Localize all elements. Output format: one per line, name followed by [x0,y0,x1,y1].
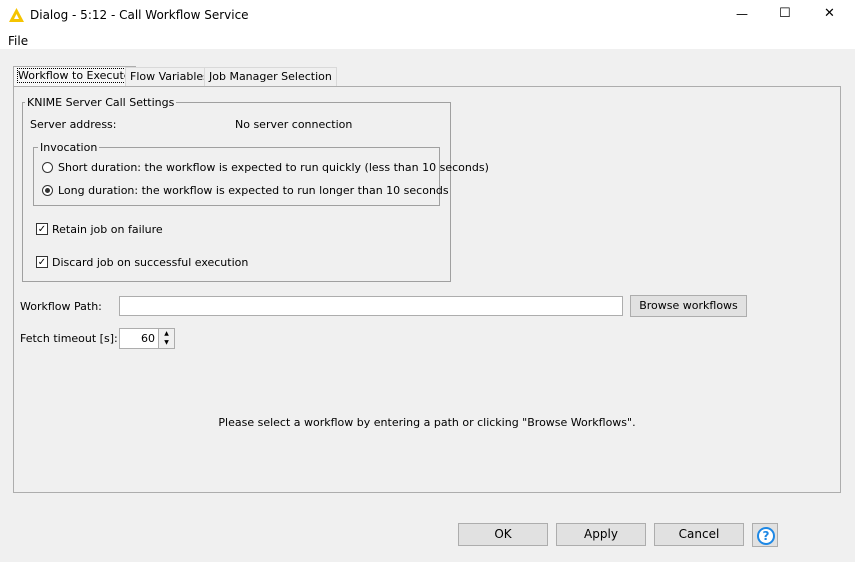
tab-job-manager-selection[interactable]: Job Manager Selection [204,67,337,86]
spinner-down-icon[interactable]: ▼ [159,338,174,347]
tab-label: Job Manager Selection [209,70,332,83]
cancel-button[interactable]: Cancel [654,523,744,546]
short-duration-label: Short duration: the workflow is expected… [58,161,489,174]
group-title: KNIME Server Call Settings [27,96,175,109]
status-message: Please select a workflow by entering a p… [218,416,636,429]
apply-button[interactable]: Apply [556,523,646,546]
browse-workflows-button[interactable]: Browse workflows [630,295,747,317]
title-bar: Dialog - 5:12 - Call Workflow Service — … [0,0,855,32]
group-title: Invocation [40,141,98,154]
long-duration-label: Long duration: the workflow is expected … [58,184,449,197]
server-address-value: No server connection [235,118,353,131]
tab-panel: KNIME Server Call Settings Server addres… [13,86,841,493]
help-button[interactable]: ? [752,523,778,547]
fetch-timeout-spinner[interactable]: 60 ▲ ▼ [119,328,175,349]
tab-flow-variables[interactable]: Flow Variables [125,67,214,86]
help-icon: ? [757,527,775,545]
spinner-arrows[interactable]: ▲ ▼ [158,329,174,348]
fetch-timeout-label: Fetch timeout [s]: [20,332,118,345]
menu-file[interactable]: File [8,34,28,48]
knime-logo-icon [9,8,24,22]
maximize-button[interactable]: ☐ [779,6,791,21]
discard-job-label: Discard job on successful execution [52,256,249,269]
short-duration-radio[interactable] [42,162,53,173]
tab-workflow-to-execute[interactable]: Workflow to Execute [13,66,136,87]
minimize-button[interactable]: — [736,7,748,21]
ok-button[interactable]: OK [458,523,548,546]
server-address-label: Server address: [30,118,117,131]
close-button[interactable]: ✕ [824,6,835,21]
workflow-path-label: Workflow Path: [20,300,102,313]
workflow-path-input[interactable] [119,296,623,316]
discard-job-checkbox[interactable]: ✓ [36,256,48,268]
menu-bar: File [0,32,855,49]
retain-job-checkbox[interactable]: ✓ [36,223,48,235]
tab-label: Flow Variables [130,70,209,83]
spinner-up-icon[interactable]: ▲ [159,329,174,338]
window-title: Dialog - 5:12 - Call Workflow Service [30,8,249,22]
fetch-timeout-value: 60 [141,332,155,345]
long-duration-radio[interactable] [42,185,53,196]
tab-label: Workflow to Execute [17,68,132,83]
retain-job-label: Retain job on failure [52,223,163,236]
